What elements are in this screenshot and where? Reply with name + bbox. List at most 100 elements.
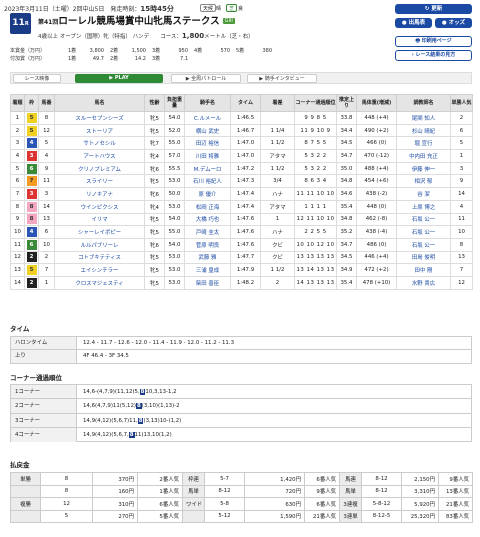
horse-name-link[interactable]: リノキアナ xyxy=(54,187,145,201)
combination: 5-8 xyxy=(204,497,245,511)
table-cell: 1:47.9 xyxy=(230,263,261,277)
trainer-link[interactable]: 中内田 充正 xyxy=(396,149,451,163)
horse-name-link[interactable]: ストーリア xyxy=(54,123,145,138)
body-weight-cell: 478 (+10) xyxy=(356,275,397,290)
prize-cell: 3着 xyxy=(152,48,161,54)
prize-cell: 5着 xyxy=(236,48,245,54)
combination: 8-12 xyxy=(361,472,402,486)
jockey-link[interactable]: M.デムーロ xyxy=(184,161,231,176)
horse-name-link[interactable]: スルーセブンシーズ xyxy=(54,111,145,125)
interview-button[interactable]: ▶ 騎手インタビュー xyxy=(247,74,317,83)
trainer-link[interactable]: 相沢 郁 xyxy=(396,174,451,189)
horse-name-link[interactable]: クロスマジェスティ xyxy=(54,275,145,290)
table-header: 着差 xyxy=(260,94,295,112)
table-cell: 10 xyxy=(38,237,55,252)
frame-cell: 4 xyxy=(24,136,39,151)
jockey-link[interactable]: 川田 将雅 xyxy=(184,149,231,163)
jockey-link[interactable]: C.ルメール xyxy=(184,111,231,125)
trainer-link[interactable]: 田中 剛 xyxy=(396,263,451,277)
trainer-link[interactable]: 田島 俊明 xyxy=(396,250,451,265)
frame-badge: 8 xyxy=(26,201,37,212)
table-cell: 13 xyxy=(450,250,473,265)
bet-type: 馬連 xyxy=(339,472,362,486)
margin-cell: 3/4 xyxy=(260,174,295,189)
frame-badge: 6 xyxy=(26,163,37,174)
trainer-link[interactable]: 堀 宣行 xyxy=(396,136,451,151)
jockey-link[interactable]: 三浦 皇成 xyxy=(184,263,231,277)
print-button[interactable]: 🖶 印刷用ページ xyxy=(395,36,472,47)
trainer-link[interactable]: 石坂 公一 xyxy=(396,225,451,239)
trainer-link[interactable]: 上原 博之 xyxy=(396,199,451,214)
jockey-link[interactable]: 原 優介 xyxy=(184,187,231,201)
trainer-link[interactable]: 伊藤 伸一 xyxy=(396,161,451,176)
jockey-link[interactable]: 大橋 巧也 xyxy=(184,212,231,227)
table-cell: 2 xyxy=(38,250,55,265)
payout-row: 複勝 12 310円 6番人気 ワイド 5-8 630円 6番人気 3連複 5-8-12 5,920… xyxy=(10,497,473,511)
race-video-tab[interactable]: レース映像 xyxy=(13,74,61,83)
trainer-link[interactable]: 谷 潔 xyxy=(396,187,451,201)
table-header: 馬番 xyxy=(38,94,55,112)
table-cell: 牝6 xyxy=(144,237,165,252)
margin-cell: 1 1/4 xyxy=(260,123,295,138)
trainer-link[interactable]: 杉山 晴紀 xyxy=(396,123,451,138)
horse-name-link[interactable]: ルルパブリーレ xyxy=(54,237,145,252)
frame-badge: 3 xyxy=(26,150,37,161)
jockey-link[interactable]: 武藤 雅 xyxy=(184,250,231,265)
horse-name-link[interactable]: サトノセシル xyxy=(54,136,145,151)
patrol-button[interactable]: ▶ 全周パトロール xyxy=(171,74,241,83)
entry-button[interactable]: ● 出馬表 xyxy=(395,18,432,28)
odds-button[interactable]: ● オッズ xyxy=(435,18,472,28)
jockey-link[interactable]: 戸崎 圭太 xyxy=(184,225,231,239)
table-cell: 3 xyxy=(450,161,473,176)
prize-cell: 3着 xyxy=(152,56,161,62)
corner-pass-cell: 1 1 1 1 xyxy=(294,199,337,214)
bet-type xyxy=(10,484,41,498)
frame-cell: 4 xyxy=(24,225,39,239)
trainer-link[interactable]: 石坂 公一 xyxy=(396,212,451,227)
corner-row: 2コーナー 14,6(4,7,9)11(5,12)8(3,10)(1,13)-2 xyxy=(11,399,471,414)
trainer-link[interactable]: 尾関 知人 xyxy=(396,111,451,125)
trainer-link[interactable]: 水野 貴広 xyxy=(396,275,451,290)
jockey-link[interactable]: 柴田 善臣 xyxy=(184,275,231,290)
table-cell: 牝6 xyxy=(144,161,165,176)
how-to-read-button[interactable]: › レース結果の見方 xyxy=(395,50,472,61)
body-weight-cell: 438 (-4) xyxy=(356,225,397,239)
horse-name-link[interactable]: アートハウス xyxy=(54,149,145,163)
corner-pass-cell: 8 6 3 4 xyxy=(294,174,337,189)
jockey-link[interactable]: 石川 裕紀人 xyxy=(184,174,231,189)
horse-name-link[interactable]: イリマ xyxy=(54,212,145,227)
table-cell: 11 xyxy=(38,174,55,189)
play-button[interactable]: ▶ PLAY xyxy=(75,74,163,83)
horse-name-link[interactable]: エイシンチラー xyxy=(54,263,145,277)
combination: 8-12-5 xyxy=(361,509,402,523)
table-cell: 53.0 xyxy=(164,275,185,290)
horse-name-link[interactable]: シャーレイポピー xyxy=(54,225,145,239)
frame-cell: 6 xyxy=(24,237,39,252)
jockey-link[interactable]: 松岡 正海 xyxy=(184,199,231,214)
table-row: 2 5 12 ストーリア 牝5 52.0 横山 武史 1:46.7 1 1/4 11 9 10 9… xyxy=(10,123,473,138)
table-cell: 34.4 xyxy=(336,123,357,138)
race-title: 第41回ローレル競馬場賞中山牝馬ステークス GIII xyxy=(38,16,235,27)
body-weight-cell: 486 (0) xyxy=(356,237,397,252)
corner-row: 4コーナー 14,9(4,12)(5,6,7,811)13,10(1,2) xyxy=(11,427,471,442)
table-cell: 55.0 xyxy=(164,225,185,239)
jockey-link[interactable]: 田辺 裕信 xyxy=(184,136,231,151)
body-weight-cell: 438 (-2) xyxy=(356,187,397,201)
bet-type: 枠連 xyxy=(182,472,205,486)
horse-name-link[interactable]: ウインピクシス xyxy=(54,199,145,214)
update-button[interactable]: ↻ 更新 xyxy=(395,4,472,14)
prize-cell: 7.1 xyxy=(180,56,188,62)
corner-pass-cell: 5 3 2 2 xyxy=(294,149,337,163)
horse-name-link[interactable]: クリノプレミアム xyxy=(54,161,145,176)
jockey-link[interactable]: 横山 武史 xyxy=(184,123,231,138)
corner-pass-cell: 13 14 13 13 xyxy=(294,263,337,277)
horse-name-link[interactable]: スライリー xyxy=(54,174,145,189)
horse-name-link[interactable]: コトブキテティス xyxy=(54,250,145,265)
frame-badge: 5 xyxy=(26,125,37,136)
trainer-link[interactable]: 石坂 公一 xyxy=(396,237,451,252)
table-cell: 34.8 xyxy=(336,212,357,227)
bet-type: ワイド xyxy=(182,497,205,511)
table-cell: 35.4 xyxy=(336,275,357,290)
jockey-link[interactable]: 菅原 明良 xyxy=(184,237,231,252)
table-header: 単勝人気 xyxy=(450,94,473,112)
